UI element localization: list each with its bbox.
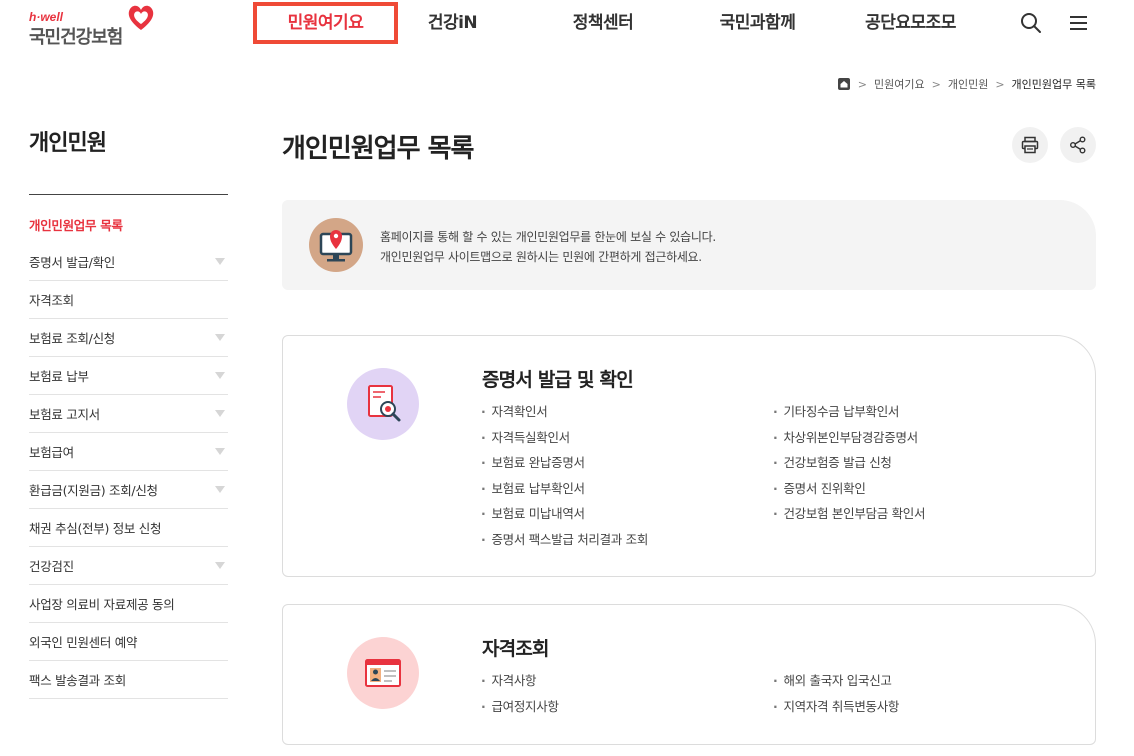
sidebar-item-label: 개인민원업무 목록 <box>29 217 123 233</box>
sidebar-item-label: 증명서 발급/확인 <box>29 255 115 270</box>
caret-down-icon <box>215 372 225 379</box>
sidebar-item-label: 외국인 민원센터 예약 <box>29 635 138 650</box>
sidebar-item-benefits[interactable]: 보험급여 <box>29 433 228 471</box>
list-item[interactable]: 증명서 진위확인 <box>773 476 925 502</box>
list-item[interactable]: 건강보험 본인부담금 확인서 <box>773 501 925 527</box>
sidebar-menu: 개인민원업무 목록 증명서 발급/확인 자격조회 보험료 조회/신청 보험료 납… <box>29 205 228 699</box>
breadcrumb-separator-icon: > <box>931 77 941 91</box>
sidebar-item-premium-notice[interactable]: 보험료 고지서 <box>29 395 228 433</box>
list-item[interactable]: 지역자격 취득변동사항 <box>773 694 899 720</box>
sidebar-item-refund[interactable]: 환급금(지원금) 조회/신청 <box>29 471 228 509</box>
id-card-icon <box>347 637 419 709</box>
sidebar-item-foreigner-reservation[interactable]: 외국인 민원센터 예약 <box>29 623 228 661</box>
sidebar-item-label: 보험료 조회/신청 <box>29 331 115 346</box>
sidebar-item-label: 채권 추심(전부) 정보 신청 <box>29 521 162 536</box>
card-title: 자격조회 <box>482 638 550 660</box>
caret-down-icon <box>215 562 225 569</box>
nav-about[interactable]: 공단요모조모 <box>848 2 973 44</box>
site-logo[interactable]: h·well 국민건강보험 <box>29 5 164 48</box>
list-item[interactable]: 급여정지사항 <box>481 694 559 720</box>
certificate-search-icon <box>347 368 419 440</box>
sidebar-item-medical-consent[interactable]: 사업장 의료비 자료제공 동의 <box>29 585 228 623</box>
caret-down-icon <box>215 258 225 265</box>
nav-policy-center[interactable]: 정책센터 <box>548 2 658 44</box>
monitor-location-icon <box>309 218 363 272</box>
breadcrumb-item-minwon[interactable]: 민원여기요 <box>874 76 925 92</box>
sidebar-item-premium-payment[interactable]: 보험료 납부 <box>29 357 228 395</box>
sidebar-item-certificate[interactable]: 증명서 발급/확인 <box>29 243 228 281</box>
site-header: h·well 국민건강보험 민원여기요 건강iN 정책센터 국민과함께 공단요모… <box>0 0 1134 50</box>
sidebar-divider <box>29 194 228 195</box>
logo-small-text: h·well <box>29 10 64 24</box>
card-qualification: 자격조회 자격사항 급여정지사항 해외 출국자 입국신고 지역자격 취득변동사항 <box>282 604 1096 745</box>
list-item[interactable]: 기타징수금 납부확인서 <box>773 399 925 425</box>
card-certificate: 증명서 발급 및 확인 자격확인서 자격득실확인서 보험료 완납증명서 보험료 … <box>282 335 1096 577</box>
sidebar-title: 개인민원 <box>29 131 107 156</box>
sidebar-item-label: 건강검진 <box>29 559 74 574</box>
sidebar-item-label: 보험료 고지서 <box>29 407 100 422</box>
list-item[interactable]: 차상위본인부담경감증명서 <box>773 425 925 451</box>
card-title: 증명서 발급 및 확인 <box>482 369 634 391</box>
search-icon[interactable] <box>1018 10 1044 36</box>
list-item[interactable]: 해외 출국자 입국신고 <box>773 668 899 694</box>
home-icon[interactable] <box>837 77 851 91</box>
nav-minwon[interactable]: 민원여기요 <box>253 2 398 44</box>
intro-text: 홈페이지를 통해 할 수 있는 개인민원업무를 한눈에 보실 수 있습니다. 개… <box>380 227 716 267</box>
list-item[interactable]: 자격득실확인서 <box>481 425 648 451</box>
share-icon <box>1070 136 1086 154</box>
caret-down-icon <box>215 486 225 493</box>
page-title: 개인민원업무 목록 <box>282 134 474 164</box>
caret-down-icon <box>215 410 225 417</box>
sidebar-item-label: 환급금(지원금) 조회/신청 <box>29 483 158 498</box>
breadcrumb-item-current: 개인민원업무 목록 <box>1011 78 1096 91</box>
sidebar-item-qualification[interactable]: 자격조회 <box>29 281 228 319</box>
breadcrumb-separator-icon: > <box>995 77 1005 91</box>
card-link-list-right: 기타징수금 납부확인서 차상위본인부담경감증명서 건강보험증 발급 신청 증명서… <box>773 399 925 527</box>
list-item[interactable]: 보험료 미납내역서 <box>481 501 648 527</box>
sidebar-item-label: 보험급여 <box>29 445 74 460</box>
breadcrumb-item-personal[interactable]: 개인민원 <box>948 76 988 92</box>
share-button[interactable] <box>1060 127 1096 163</box>
card-link-list-left: 자격확인서 자격득실확인서 보험료 완납증명서 보험료 납부확인서 보험료 미납… <box>481 399 648 552</box>
list-item[interactable]: 자격확인서 <box>481 399 648 425</box>
logo-name: 국민건강보험 <box>29 27 123 48</box>
nav-health-in[interactable]: 건강iN <box>405 2 500 44</box>
list-item[interactable]: 증명서 팩스발급 처리결과 조회 <box>481 527 648 553</box>
intro-line-2: 개인민원업무 사이트맵으로 원하시는 민원에 간편하게 접근하세요. <box>380 250 702 264</box>
card-link-list-left: 자격사항 급여정지사항 <box>481 668 559 719</box>
card-link-list-right: 해외 출국자 입국신고 지역자격 취득변동사항 <box>773 668 899 719</box>
caret-down-icon <box>215 334 225 341</box>
list-item[interactable]: 건강보험증 발급 신청 <box>773 450 925 476</box>
print-button[interactable] <box>1012 127 1048 163</box>
heart-logo-icon <box>128 5 154 31</box>
sidebar-item-premium-inquiry[interactable]: 보험료 조회/신청 <box>29 319 228 357</box>
list-item[interactable]: 보험료 납부확인서 <box>481 476 648 502</box>
list-item[interactable]: 자격사항 <box>481 668 559 694</box>
sidebar-item-label: 팩스 발송결과 조회 <box>29 673 126 688</box>
sidebar-item-fax-result[interactable]: 팩스 발송결과 조회 <box>29 661 228 699</box>
intro-line-1: 홈페이지를 통해 할 수 있는 개인민원업무를 한눈에 보실 수 있습니다. <box>380 230 716 244</box>
sidebar-item-debt-collection[interactable]: 채권 추심(전부) 정보 신청 <box>29 509 228 547</box>
menu-icon[interactable] <box>1066 10 1092 36</box>
breadcrumb-separator-icon: > <box>857 77 867 91</box>
caret-down-icon <box>215 448 225 455</box>
sidebar-item-list[interactable]: 개인민원업무 목록 <box>29 205 228 243</box>
breadcrumb: > 민원여기요 > 개인민원 > 개인민원업무 목록 <box>837 76 1096 92</box>
sidebar-item-label: 보험료 납부 <box>29 369 89 384</box>
list-item[interactable]: 보험료 완납증명서 <box>481 450 648 476</box>
sidebar-item-label: 자격조회 <box>29 293 74 308</box>
intro-box: 홈페이지를 통해 할 수 있는 개인민원업무를 한눈에 보실 수 있습니다. 개… <box>282 200 1096 290</box>
sidebar-item-label: 사업장 의료비 자료제공 동의 <box>29 597 175 612</box>
sidebar-item-health-checkup[interactable]: 건강검진 <box>29 547 228 585</box>
print-icon <box>1021 136 1039 154</box>
nav-together[interactable]: 국민과함께 <box>700 2 815 44</box>
